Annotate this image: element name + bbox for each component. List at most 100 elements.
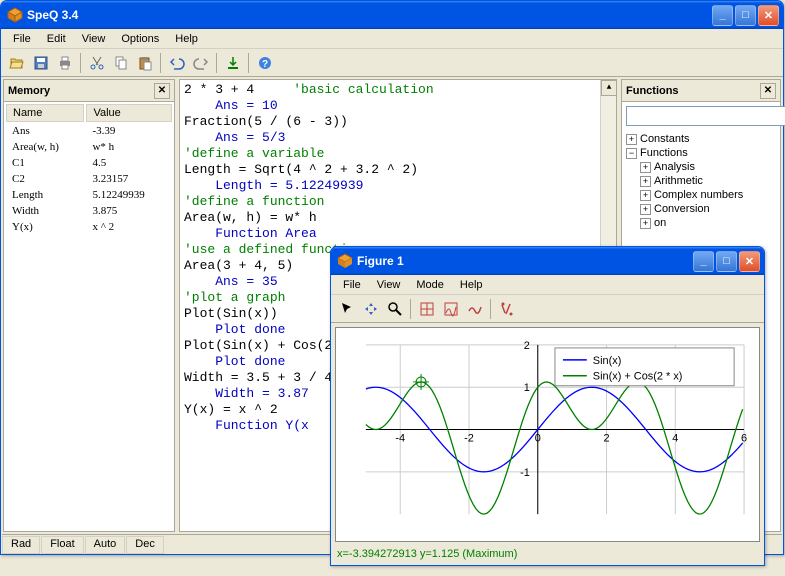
plot-area[interactable]: -4-20246-112Sin(x)Sin(x) + Cos(2 * x)	[335, 327, 760, 542]
mem-value: 4.5	[86, 156, 172, 170]
search-input[interactable]	[626, 106, 785, 126]
figure-menu-file[interactable]: File	[335, 277, 369, 293]
table-row[interactable]: Area(w, h)w* h	[6, 140, 172, 154]
tree-label: Analysis	[654, 161, 695, 173]
tree-expand-icon[interactable]: +	[640, 218, 651, 229]
cut-icon[interactable]	[85, 51, 108, 74]
tree-item[interactable]: +on	[640, 216, 776, 230]
tree-expand-icon[interactable]: −	[626, 148, 637, 159]
print-icon[interactable]	[53, 51, 76, 74]
editor-line: 'define a variable	[184, 146, 612, 162]
main-titlebar[interactable]: SpeQ 3.4 _ □ ✕	[1, 1, 783, 29]
mem-name: Ans	[6, 124, 84, 138]
tree-label: Functions	[640, 147, 688, 159]
mem-name: C2	[6, 172, 84, 186]
open-icon[interactable]	[5, 51, 28, 74]
functions-close-icon[interactable]: ✕	[760, 83, 776, 99]
tree-label: Complex numbers	[654, 189, 743, 201]
memory-col-name[interactable]: Name	[6, 104, 84, 122]
tree-label: on	[654, 217, 666, 229]
table-row[interactable]: Length5.12249939	[6, 188, 172, 202]
tree-item[interactable]: +Analysis	[640, 160, 776, 174]
pointer-icon[interactable]	[335, 297, 358, 320]
tree-expand-icon[interactable]: +	[640, 204, 651, 215]
table-row[interactable]: C14.5	[6, 156, 172, 170]
menu-options[interactable]: Options	[113, 31, 167, 47]
menu-help[interactable]: Help	[167, 31, 206, 47]
table-row[interactable]: Width3.875	[6, 204, 172, 218]
tree-label: Constants	[640, 133, 690, 145]
tree-item[interactable]: +Arithmetic	[640, 174, 776, 188]
editor-line: Ans = 10	[184, 98, 612, 114]
settings-icon[interactable]	[495, 297, 518, 320]
figure-title: Figure 1	[357, 254, 693, 268]
main-menubar: File Edit View Options Help	[1, 29, 783, 49]
scroll-up-icon[interactable]: ▲	[601, 80, 617, 96]
table-row[interactable]: C23.23157	[6, 172, 172, 186]
figure-menu-help[interactable]: Help	[452, 277, 491, 293]
menu-file[interactable]: File	[5, 31, 39, 47]
tree-label: Conversion	[654, 203, 710, 215]
figure-maximize-button[interactable]: □	[716, 251, 737, 272]
svg-text:6: 6	[741, 432, 747, 444]
mem-value: 3.875	[86, 204, 172, 218]
tree-item[interactable]: −Functions	[626, 146, 776, 160]
mem-value: w* h	[86, 140, 172, 154]
copy-icon[interactable]	[109, 51, 132, 74]
execute-icon[interactable]	[221, 51, 244, 74]
tree-expand-icon[interactable]: +	[640, 190, 651, 201]
figure-titlebar[interactable]: Figure 1 _ □ ✕	[331, 247, 764, 275]
zoom-icon[interactable]	[383, 297, 406, 320]
status-dec[interactable]: Dec	[126, 536, 164, 554]
tree-item[interactable]: +Complex numbers	[640, 188, 776, 202]
memory-col-value[interactable]: Value	[86, 104, 172, 122]
menu-edit[interactable]: Edit	[39, 31, 74, 47]
mem-name: Length	[6, 188, 84, 202]
memory-close-icon[interactable]: ✕	[154, 83, 170, 99]
trace-icon[interactable]	[463, 297, 486, 320]
tree-expand-icon[interactable]: +	[626, 134, 637, 145]
paste-icon[interactable]	[133, 51, 156, 74]
memory-title: Memory	[8, 85, 154, 97]
minimize-button[interactable]: _	[712, 5, 733, 26]
help-icon[interactable]: ?	[253, 51, 276, 74]
mem-name: C1	[6, 156, 84, 170]
svg-text:4: 4	[672, 432, 678, 444]
close-button[interactable]: ✕	[758, 5, 779, 26]
maximize-button[interactable]: □	[735, 5, 756, 26]
tree-item[interactable]: +Conversion	[640, 202, 776, 216]
grid-icon[interactable]	[415, 297, 438, 320]
mem-value: 5.12249939	[86, 188, 172, 202]
svg-text:-2: -2	[464, 432, 474, 444]
figure-menu-view[interactable]: View	[369, 277, 409, 293]
axes-icon[interactable]	[439, 297, 462, 320]
svg-text:-4: -4	[395, 432, 405, 444]
status-float[interactable]: Float	[41, 536, 83, 554]
menu-view[interactable]: View	[74, 31, 114, 47]
status-angle[interactable]: Rad	[2, 536, 40, 554]
editor-line: Function Area	[184, 226, 612, 242]
table-row[interactable]: Y(x)x ^ 2	[6, 220, 172, 234]
redo-icon[interactable]	[189, 51, 212, 74]
functions-tree: +Constants−Functions+Analysis+Arithmetic…	[622, 130, 780, 232]
tree-expand-icon[interactable]: +	[640, 176, 651, 187]
mem-value: x ^ 2	[86, 220, 172, 234]
figure-minimize-button[interactable]: _	[693, 251, 714, 272]
svg-text:?: ?	[261, 59, 267, 70]
tree-label: Arithmetic	[654, 175, 703, 187]
tree-expand-icon[interactable]: +	[640, 162, 651, 173]
undo-icon[interactable]	[165, 51, 188, 74]
save-icon[interactable]	[29, 51, 52, 74]
app-icon	[7, 7, 23, 23]
figure-close-button[interactable]: ✕	[739, 251, 760, 272]
mem-name: Area(w, h)	[6, 140, 84, 154]
functions-title: Functions	[626, 85, 760, 97]
table-row[interactable]: Ans-3.39	[6, 124, 172, 138]
memory-panel: Memory ✕ NameValue Ans-3.39 Area(w, h)w* …	[3, 79, 175, 532]
pan-icon[interactable]	[359, 297, 382, 320]
memory-table: NameValue Ans-3.39Area(w, h)w* hC14.5C23…	[4, 102, 174, 236]
figure-menu-mode[interactable]: Mode	[408, 277, 452, 293]
tree-item[interactable]: +Constants	[626, 132, 776, 146]
status-auto[interactable]: Auto	[85, 536, 126, 554]
plot-status: x=-3.394272913 y=1.125 (Maximum)	[331, 546, 764, 562]
